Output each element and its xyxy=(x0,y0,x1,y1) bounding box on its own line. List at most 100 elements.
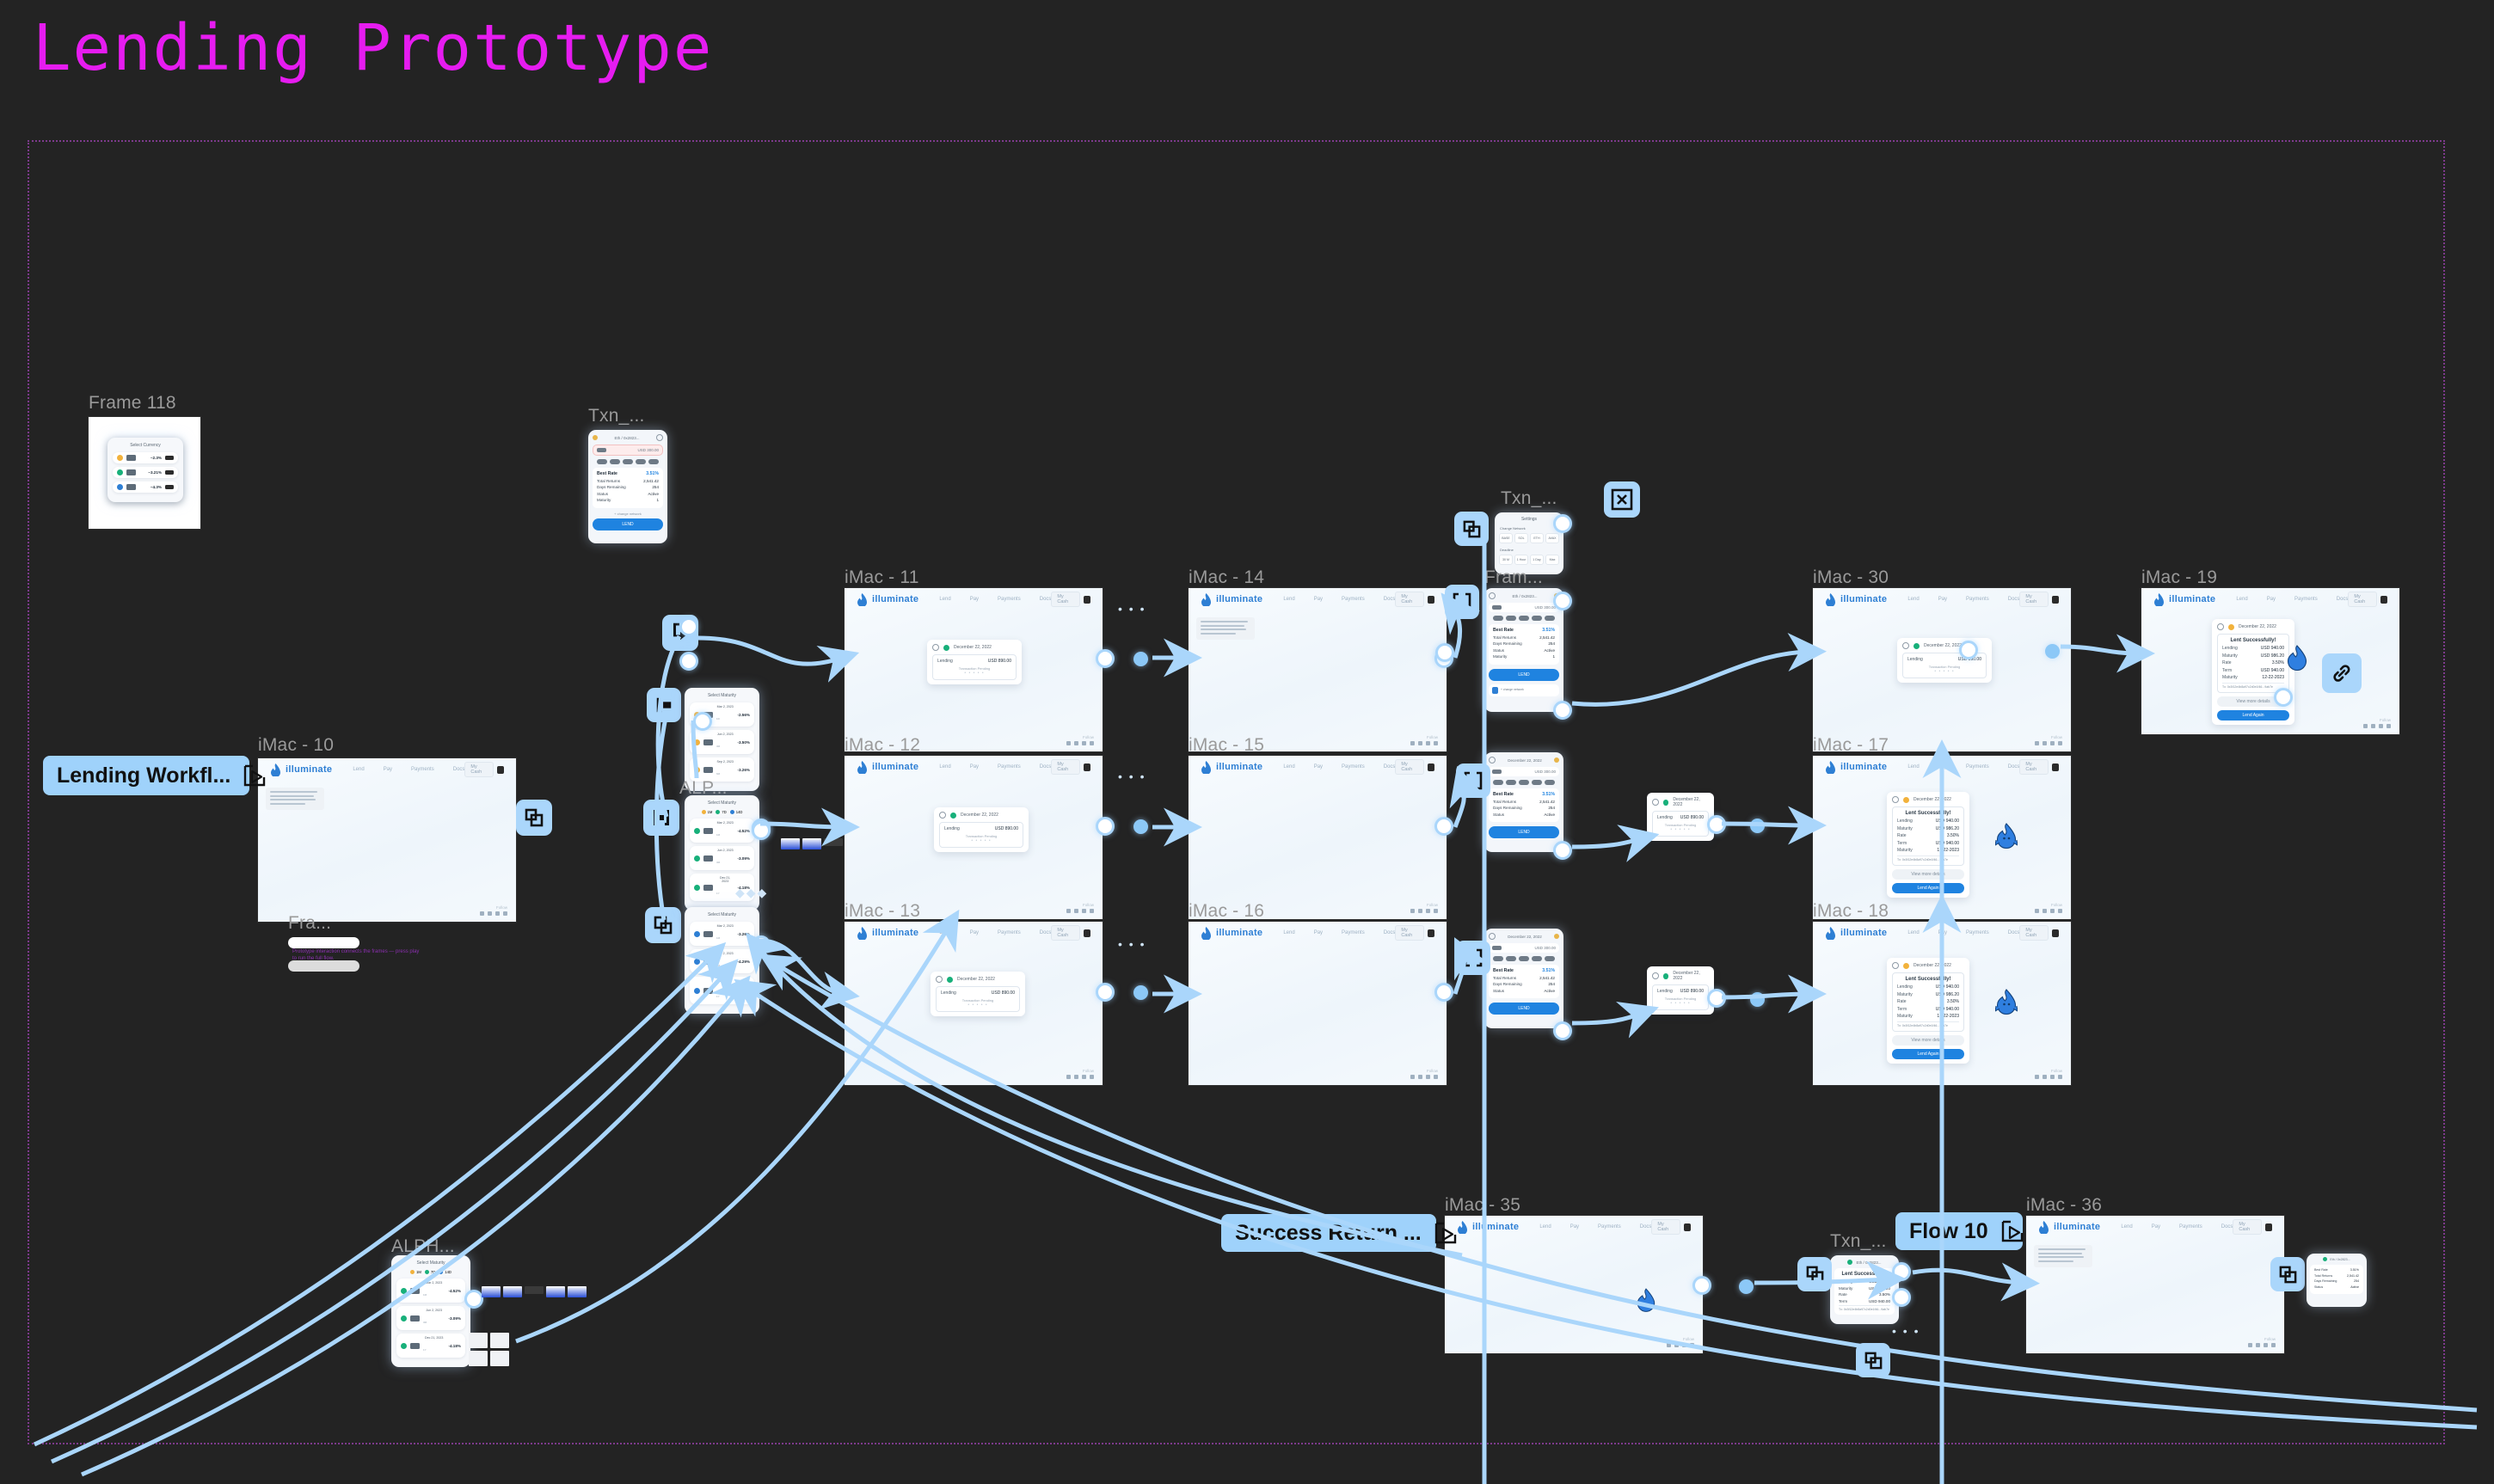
connector-node[interactable] xyxy=(1435,643,1454,662)
nav-link[interactable]: Docs xyxy=(1040,930,1052,935)
nav-link[interactable]: Docs xyxy=(2008,930,2020,935)
select-maturity-card-bottom[interactable]: Select Maturity 1M 7D 14D Mar 2, 2023 1M … xyxy=(391,1255,470,1367)
gear-icon[interactable] xyxy=(1892,796,1899,803)
nav-link[interactable]: Payments xyxy=(1342,930,1365,935)
view-details-button[interactable]: View more details xyxy=(1892,868,1964,880)
avatar[interactable] xyxy=(2051,763,2059,771)
account-menu[interactable]: My Cash xyxy=(2019,759,2059,775)
connector-node[interactable] xyxy=(1750,992,1765,1007)
deadline-option[interactable]: 30 M xyxy=(1499,555,1513,565)
nav-link[interactable]: Docs xyxy=(2221,1224,2233,1230)
connector-node[interactable] xyxy=(1133,985,1148,1000)
chip[interactable] xyxy=(1545,616,1555,621)
nav-link[interactable]: Payments xyxy=(1966,764,1989,770)
connector-node[interactable] xyxy=(1434,817,1453,836)
badge-brackets-3[interactable] xyxy=(1456,941,1490,975)
prototype-pill-success-return[interactable]: Success Return ... xyxy=(1221,1214,1456,1252)
badge-component-instance-bot[interactable] xyxy=(1797,1257,1832,1291)
frame-label-imac-36[interactable]: iMac - 36 xyxy=(2026,1195,2102,1216)
nav-link[interactable]: Lend xyxy=(939,597,950,602)
artboard-fram-mid[interactable]: Eth / 0x2823... USD 300.00 Best Rate 3.51… xyxy=(1484,588,1563,712)
lend-button[interactable]: LEND xyxy=(593,518,663,530)
avatar[interactable] xyxy=(1427,763,1434,771)
chip[interactable] xyxy=(1519,616,1529,621)
nav-link[interactable]: Pay xyxy=(1570,1224,1579,1230)
connector-node[interactable] xyxy=(1959,641,1978,659)
list-item[interactable]: Jun 2, 2023 3M -4.29% xyxy=(690,949,754,973)
badge-component-instance-bot-2[interactable] xyxy=(1856,1343,1890,1377)
nav-link[interactable]: Docs xyxy=(2008,597,2020,602)
thumbnail-grid[interactable] xyxy=(469,1333,509,1366)
frame-label-imac-17[interactable]: iMac - 19 xyxy=(2141,567,2217,588)
connector-node[interactable] xyxy=(752,821,771,840)
nav-link[interactable]: Pay xyxy=(2267,597,2276,602)
artboard-txn-bot[interactable]: Eth / 0x2823... Lent Successfully! Lendi… xyxy=(1830,1255,1899,1324)
select-maturity-card-3[interactable]: Select Maturity Mar 2, 2023 1M -3.26% Jun… xyxy=(685,907,759,1014)
nav-link[interactable]: Docs xyxy=(1384,597,1396,602)
network-option[interactable]: ETH xyxy=(1530,533,1544,543)
tab[interactable]: 1M xyxy=(410,1270,421,1274)
nav-link[interactable]: Payments xyxy=(998,597,1021,602)
nav-link[interactable]: Lend xyxy=(939,764,950,770)
brand-logo[interactable]: illuminate xyxy=(2153,592,2215,606)
connector-node[interactable] xyxy=(1692,1276,1711,1295)
nav-link[interactable]: Pay xyxy=(1314,597,1323,602)
success-card[interactable]: December 22, 2022 Lent Successfully! Len… xyxy=(1887,958,1969,1064)
lend-button[interactable]: LEND xyxy=(1489,668,1559,681)
frame-label-txn-bot[interactable]: Txn_... xyxy=(1830,1231,1887,1252)
frame-label-imac-18[interactable]: iMac - 17 xyxy=(1813,735,1889,756)
connector-node[interactable] xyxy=(1892,1262,1911,1281)
gear-icon[interactable] xyxy=(656,434,663,441)
connector-node[interactable] xyxy=(1096,983,1115,1002)
account-menu[interactable]: My Cash xyxy=(2019,592,2059,607)
lending-status-card[interactable]: December 22, 2022 Lending USD 890.00 Tran… xyxy=(927,640,1022,684)
connector-node[interactable] xyxy=(1434,983,1453,1002)
play-prototype-icon[interactable] xyxy=(1434,1221,1458,1245)
brand-logo[interactable]: illuminate xyxy=(1825,592,1887,606)
brand-logo[interactable]: illuminate xyxy=(1825,760,1887,774)
list-item[interactable]: Jun 2, 2023 3M -3.09% xyxy=(690,846,754,870)
list-item[interactable]: Dec 21, 2023 1Y -4.18% xyxy=(396,1334,465,1358)
connector-node[interactable] xyxy=(1553,701,1572,720)
nav-link[interactable]: Lend xyxy=(2121,1224,2132,1230)
thumbnail-strip-bottom[interactable] xyxy=(482,1286,587,1297)
pill-shape-gray[interactable] xyxy=(288,960,359,972)
tab[interactable]: 7D xyxy=(716,810,727,814)
nav-link[interactable]: Payments xyxy=(998,764,1021,770)
connector-node[interactable] xyxy=(1096,649,1115,668)
connector-node[interactable] xyxy=(1553,592,1572,610)
avatar[interactable] xyxy=(1083,595,1090,604)
figma-canvas[interactable]: Lending Prototype Frame 118 Select Curre… xyxy=(0,0,2494,1484)
frame-label-imac-10[interactable]: iMac - 10 xyxy=(258,735,334,756)
list-item[interactable]: Jun 2, 2023 3M -3.50% xyxy=(690,730,754,754)
nav-link[interactable]: Pay xyxy=(1938,597,1947,602)
drag-handle-dots[interactable]: • • • xyxy=(1892,1324,1920,1338)
view-details-button[interactable]: View more details xyxy=(1892,1034,1964,1046)
nav-link[interactable]: Docs xyxy=(2008,764,2020,770)
artboard-imac-19[interactable]: illuminate Lend Pay Payments Docs My Cas… xyxy=(1813,922,2071,1085)
nav-link[interactable]: Payments xyxy=(1966,597,1989,602)
nav-link[interactable]: Payments xyxy=(411,767,434,772)
artboard-txn-row3[interactable]: December 22, 2022 USD 300.00 Best Rate 3.… xyxy=(1484,929,1563,1028)
nav-link[interactable]: Lend xyxy=(1283,764,1294,770)
avatar[interactable] xyxy=(2051,929,2059,937)
account-menu[interactable]: My Cash xyxy=(1051,925,1090,941)
lend-again-button[interactable]: Lend Again xyxy=(1892,1048,1964,1059)
prototype-pill-lending-workflow[interactable]: Lending Workfl... xyxy=(43,756,266,795)
connector-node[interactable] xyxy=(2274,688,2293,707)
gear-icon[interactable] xyxy=(936,976,943,983)
lend-button[interactable]: LEND xyxy=(1489,826,1559,838)
avatar[interactable] xyxy=(2051,595,2059,604)
brand-logo[interactable]: illuminate xyxy=(1201,760,1262,774)
maturity-chip-row[interactable] xyxy=(1489,616,1559,621)
amount-input[interactable]: USD 300.00 xyxy=(1489,767,1559,776)
artboard-imac-12[interactable]: illuminate Lend Pay Payments Docs My Cas… xyxy=(845,756,1103,919)
network-option[interactable]: AVAX xyxy=(1545,533,1559,543)
nav-link[interactable]: Pay xyxy=(970,597,979,602)
frame-label-imac-16[interactable]: iMac - 16 xyxy=(1189,901,1264,922)
chip[interactable] xyxy=(1532,616,1542,621)
account-menu[interactable]: My Cash xyxy=(2019,925,2059,941)
lending-status-card[interactable]: December 22, 2022 Lending USD 890.00 Tran… xyxy=(934,807,1029,852)
avatar[interactable] xyxy=(2264,1223,2272,1231)
account-menu[interactable]: My Cash xyxy=(1051,592,1090,607)
